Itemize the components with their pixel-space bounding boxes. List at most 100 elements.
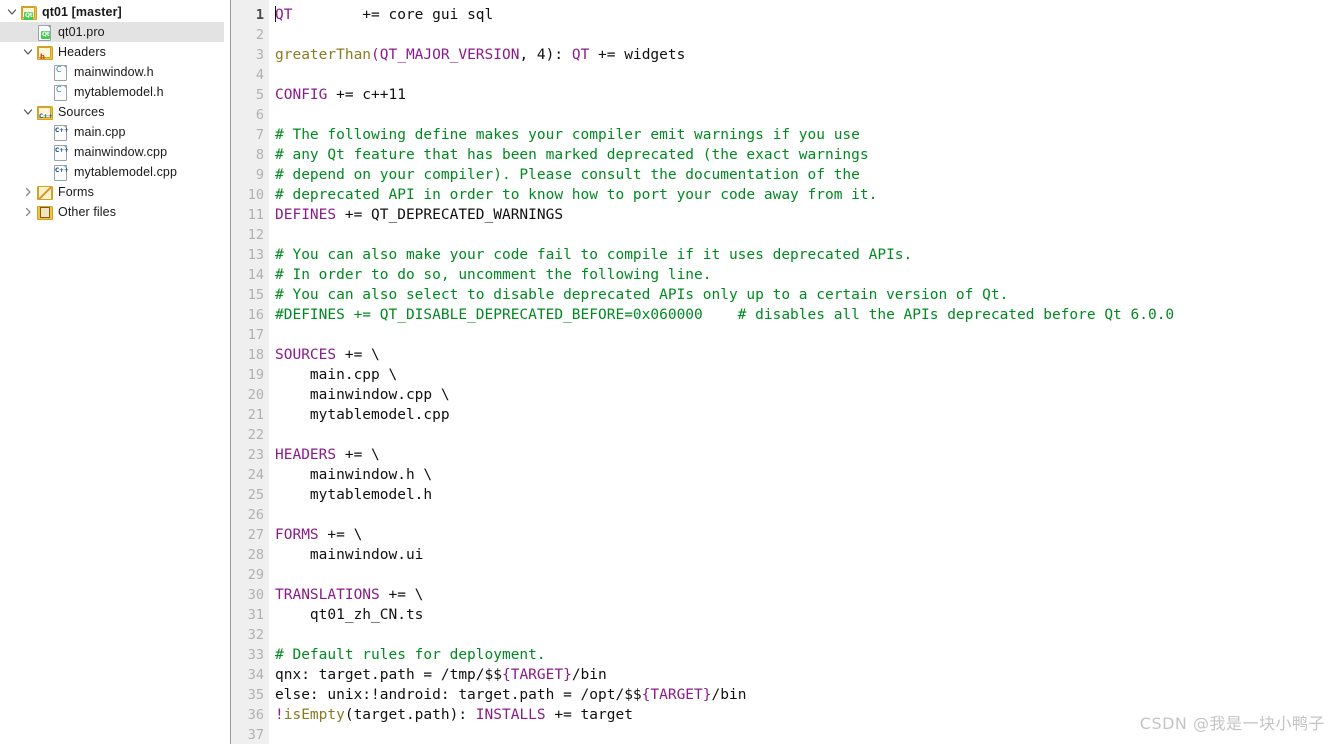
code-line[interactable]: main.cpp \ <box>275 365 1339 385</box>
line-number: 2 <box>255 27 264 43</box>
code-token: HEADERS <box>275 447 337 463</box>
code-editor[interactable]: 1 2 3 4 5 6 7 8 9 10 11 12 13 14 15 16 17 18 19 20 21 22 23 24 2… <box>231 0 1339 744</box>
code-line[interactable]: # Default rules for deployment. <box>275 645 1339 665</box>
code-line[interactable]: # You can also select to disable depreca… <box>275 285 1339 305</box>
code-line[interactable]: # deprecated API in order to know how to… <box>275 185 1339 205</box>
line-number: 27 <box>247 527 264 543</box>
tree-item-mytablemodel-cpp[interactable]: C++ mytablemodel.cpp <box>0 162 224 182</box>
code-line[interactable] <box>275 225 1339 245</box>
cpp-source-file-icon: C++ <box>52 164 69 181</box>
code-line[interactable] <box>275 325 1339 345</box>
code-line[interactable]: CONFIG += c++11 <box>275 85 1339 105</box>
tree-item-label: mainwindow.cpp <box>74 145 168 159</box>
qt-pro-file-icon: Qt <box>36 24 52 41</box>
code-line[interactable]: # depend on your compiler). Please consu… <box>275 165 1339 185</box>
code-line[interactable]: SOURCES += \ <box>275 345 1339 365</box>
line-number: 24 <box>247 467 264 483</box>
tree-item-qt01-master[interactable]: Qt qt01 [master] <box>0 2 224 22</box>
tree-item-label: Sources <box>58 105 105 119</box>
code-token: += \ <box>379 587 424 603</box>
tree-item-mainwindow-h[interactable]: Cmainwindow.h <box>0 62 224 82</box>
sources-folder-icon: C++ <box>36 104 53 120</box>
code-line[interactable]: mytablemodel.cpp <box>275 405 1339 425</box>
headers-folder-icon: h <box>36 44 53 61</box>
code-token: CONFIG <box>275 87 328 103</box>
code-line[interactable]: # You can also make your code fail to co… <box>275 245 1339 265</box>
pane-splitter[interactable] <box>224 0 231 744</box>
code-line[interactable]: #DEFINES += QT_DISABLE_DEPRECATED_BEFORE… <box>275 305 1339 325</box>
chevron-down-icon[interactable] <box>4 2 20 22</box>
code-token: SOURCES <box>275 347 337 363</box>
tree-item-mytablemodel-h[interactable]: Cmytablemodel.h <box>0 82 224 102</box>
tree-item-qt01-pro[interactable]: Qt qt01.pro <box>0 22 224 42</box>
code-line[interactable]: mainwindow.h \ <box>275 465 1339 485</box>
chevron-down-icon[interactable] <box>20 102 36 122</box>
line-number: 26 <box>247 507 264 523</box>
tree-item-headers[interactable]: h Headers <box>0 42 224 62</box>
tree-item-mainwindow-cpp[interactable]: C++ mainwindow.cpp <box>0 142 224 162</box>
code-token: #DEFINES += QT_DISABLE_DEPRECATED_BEFORE… <box>275 307 1175 323</box>
code-line[interactable]: # The following define makes your compil… <box>275 125 1339 145</box>
code-line[interactable]: qnx: target.path = /tmp/$${TARGET}/bin <box>275 665 1339 685</box>
code-line[interactable] <box>275 65 1339 85</box>
code-token: {TARGET} <box>501 667 572 683</box>
tree-item-sources[interactable]: C++ Sources <box>0 102 224 122</box>
code-line[interactable] <box>275 725 1339 744</box>
code-line[interactable] <box>275 105 1339 125</box>
code-line[interactable]: TRANSLATIONS += \ <box>275 585 1339 605</box>
code-line[interactable]: else: unix:!android: target.path = /opt/… <box>275 685 1339 705</box>
line-number: 30 <box>247 587 264 603</box>
code-line[interactable]: # In order to do so, uncomment the follo… <box>275 265 1339 285</box>
code-line[interactable]: mainwindow.ui <box>275 545 1339 565</box>
other-files-folder-icon <box>36 204 53 220</box>
code-line[interactable] <box>275 425 1339 445</box>
code-line[interactable]: QT += core gui sql <box>275 5 1339 25</box>
tree-item-label: Other files <box>58 205 117 219</box>
line-number: 33 <box>247 647 264 663</box>
code-line[interactable] <box>275 25 1339 45</box>
chevron-right-icon[interactable] <box>20 182 36 202</box>
code-token: += target <box>545 707 633 723</box>
code-line[interactable]: # any Qt feature that has been marked de… <box>275 145 1339 165</box>
line-number: 16 <box>247 307 264 323</box>
line-number: 5 <box>255 87 264 103</box>
code-text-area[interactable]: QT += core gui sql greaterThan(QT_MAJOR_… <box>269 0 1339 744</box>
code-line[interactable] <box>275 505 1339 525</box>
code-line[interactable]: mainwindow.cpp \ <box>275 385 1339 405</box>
line-number: 6 <box>255 107 264 123</box>
project-tree[interactable]: Qt qt01 [master] Qt qt01.pro h Headers Cmainwi… <box>0 0 224 222</box>
code-line[interactable]: mytablemodel.h <box>275 485 1339 505</box>
code-line[interactable] <box>275 625 1339 645</box>
code-token: QT_MAJOR_VERSION <box>379 47 520 63</box>
code-token: ! <box>275 707 284 723</box>
chevron-down-icon[interactable] <box>20 42 36 62</box>
code-line[interactable]: FORMS += \ <box>275 525 1339 545</box>
line-number: 9 <box>255 167 264 183</box>
code-token: += \ <box>336 447 380 463</box>
code-line[interactable]: qt01_zh_CN.ts <box>275 605 1339 625</box>
code-token: += core gui sql <box>292 7 494 23</box>
tree-item-main-cpp[interactable]: C++ main.cpp <box>0 122 224 142</box>
code-token: /bin <box>711 687 747 703</box>
code-token: # In order to do so, uncomment the follo… <box>275 267 712 283</box>
tree-item-other-files[interactable]: Other files <box>0 202 224 222</box>
code-line[interactable]: !isEmpty(target.path): INSTALLS += targe… <box>275 705 1339 725</box>
code-token: # deprecated API in order to know how to… <box>275 187 878 203</box>
cpp-source-file-icon: C++ <box>52 124 69 141</box>
code-line[interactable]: greaterThan(QT_MAJOR_VERSION, 4): QT += … <box>275 45 1339 65</box>
code-line[interactable]: HEADERS += \ <box>275 445 1339 465</box>
code-token: {TARGET} <box>641 687 712 703</box>
code-line[interactable] <box>275 565 1339 585</box>
tree-item-forms[interactable]: Forms <box>0 182 224 202</box>
line-number: 25 <box>247 487 264 503</box>
line-number: 1 <box>255 7 264 23</box>
code-line[interactable]: DEFINES += QT_DEPRECATED_WARNINGS <box>275 205 1339 225</box>
chevron-right-icon[interactable] <box>20 202 36 222</box>
line-number: 7 <box>255 127 264 143</box>
